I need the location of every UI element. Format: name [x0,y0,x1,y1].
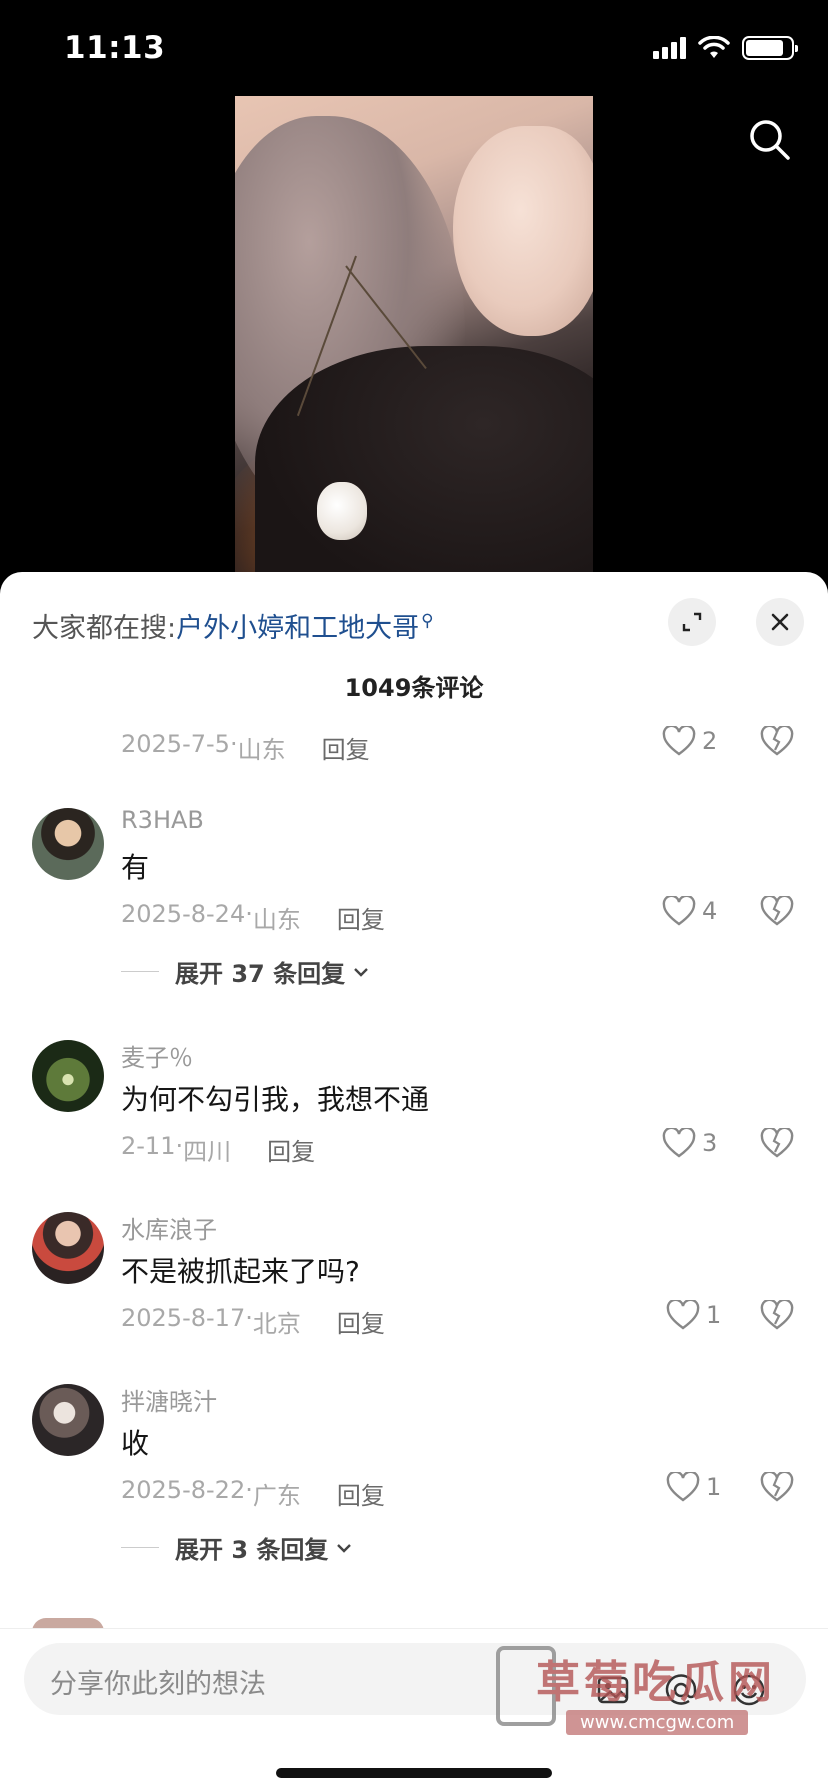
like-button[interactable]: 4 [662,896,717,926]
comment-meta: 2-11 · 四川 回复 [121,1132,316,1167]
comment-date: 2-11 [121,1132,176,1160]
dislike-heart-icon [760,1298,794,1330]
like-count: 2 [702,727,718,755]
status-icons [653,36,798,60]
comment-location: 四川 [183,1138,232,1166]
dislike-button[interactable] [760,1126,794,1162]
dislike-heart-icon [760,724,794,756]
like-button[interactable]: 1 [666,1472,721,1502]
dislike-heart-icon [760,894,794,926]
dislike-button[interactable] [760,724,794,760]
comment-location: 山东 [237,736,286,764]
heart-icon [662,1128,696,1158]
watermark-url: www.cmcgw.com [566,1710,749,1735]
expand-replies-button[interactable]: 展开 3 条回复 [121,1530,354,1565]
comment-text: 为何不勾引我，我想不通 [121,1083,430,1116]
expand-button[interactable] [668,598,716,646]
chevron-down-icon [337,1543,352,1553]
trending-topic-link[interactable]: 户外小婷和工地大哥 [176,606,419,645]
dislike-button[interactable] [760,894,794,930]
comment-input-placeholder: 分享你此刻的想法 [50,1669,266,1700]
expand-icon [682,612,702,632]
video-frame[interactable] [235,96,593,576]
expand-replies-button[interactable]: 展开 37 条回复 [121,954,371,989]
video-player[interactable] [0,96,828,576]
comment-date: 2025-7-5 [121,730,230,758]
expand-replies-label: 展开 3 条回复 [175,1536,329,1564]
comment-username[interactable]: 水库浪子 [121,1210,217,1245]
comment-username[interactable]: 拌溏晓汁 [121,1382,217,1417]
trending-search[interactable]: 大家都在搜: 户外小婷和工地大哥 ⚲ [32,606,434,645]
heart-icon [666,1472,700,1502]
like-count: 1 [706,1473,722,1501]
comment-count: 1049条评论 [344,674,484,702]
chevron-down-icon [354,967,368,977]
comment-date: 2025-8-24 [121,900,246,928]
heart-icon [666,1300,700,1330]
avatar[interactable] [32,808,104,880]
comment-location: 北京 [252,1310,301,1338]
reply-button[interactable]: 回复 [322,730,370,765]
search-button[interactable] [746,116,794,164]
avatar[interactable] [32,1212,104,1284]
watermark-title: 草莓吃瓜网 [536,1657,776,1708]
expand-replies-label: 展开 37 条回复 [175,960,346,988]
comment-date: 2025-8-17 [121,1304,246,1332]
like-count: 3 [702,1129,718,1157]
signal-icon [653,37,686,59]
like-button[interactable]: 1 [666,1300,721,1330]
heart-icon [662,726,696,756]
like-count: 1 [706,1301,722,1329]
dislike-heart-icon [760,1126,794,1158]
home-indicator[interactable] [276,1768,552,1778]
comment-username[interactable]: 麦子％ [121,1038,193,1073]
like-button[interactable]: 2 [662,726,717,756]
reply-button[interactable]: 回复 [267,1132,315,1167]
dislike-button[interactable] [760,1298,794,1334]
reply-button[interactable]: 回复 [337,1476,385,1511]
dislike-button[interactable] [760,1470,794,1506]
avatar[interactable] [32,1040,104,1112]
heart-icon [662,896,696,926]
comment-location: 广东 [252,1482,301,1510]
watermark: 草莓吃瓜网 www.cmcgw.com [496,1646,816,1756]
avatar[interactable] [32,1384,104,1456]
small-search-icon: ⚲ [421,610,434,631]
reply-button[interactable]: 回复 [337,900,385,935]
comment-username[interactable]: R3HAB [121,806,204,834]
close-icon [771,613,789,631]
like-button[interactable]: 3 [662,1128,717,1158]
reply-button[interactable]: 回复 [337,1304,385,1339]
trending-prefix: 大家都在搜: [32,613,177,644]
comment-date: 2025-8-22 [121,1476,246,1504]
status-bar: 11:13 [0,0,828,96]
comment-meta: 2025-7-5 · 山东 回复 [121,730,370,765]
search-icon [750,120,790,160]
comment-text: 收 [121,1427,150,1460]
comment-text: 有 [121,851,150,884]
close-button[interactable] [756,598,804,646]
comment-sheet: 大家都在搜: 户外小婷和工地大哥 ⚲ 1049条评论 2025-7-5 · 山东… [0,572,828,1792]
battery-icon [742,36,798,60]
comment-meta: 2025-8-22 · 广东 回复 [121,1476,385,1511]
like-count: 4 [702,897,718,925]
dislike-heart-icon [760,1470,794,1502]
comment-location: 山东 [252,906,301,934]
comment-text: 不是被抓起来了吗? [121,1255,360,1288]
wifi-icon [698,36,730,58]
comment-meta: 2025-8-24 · 山东 回复 [121,900,385,935]
status-time: 11:13 [64,30,166,66]
comment-meta: 2025-8-17 · 北京 回复 [121,1304,385,1339]
